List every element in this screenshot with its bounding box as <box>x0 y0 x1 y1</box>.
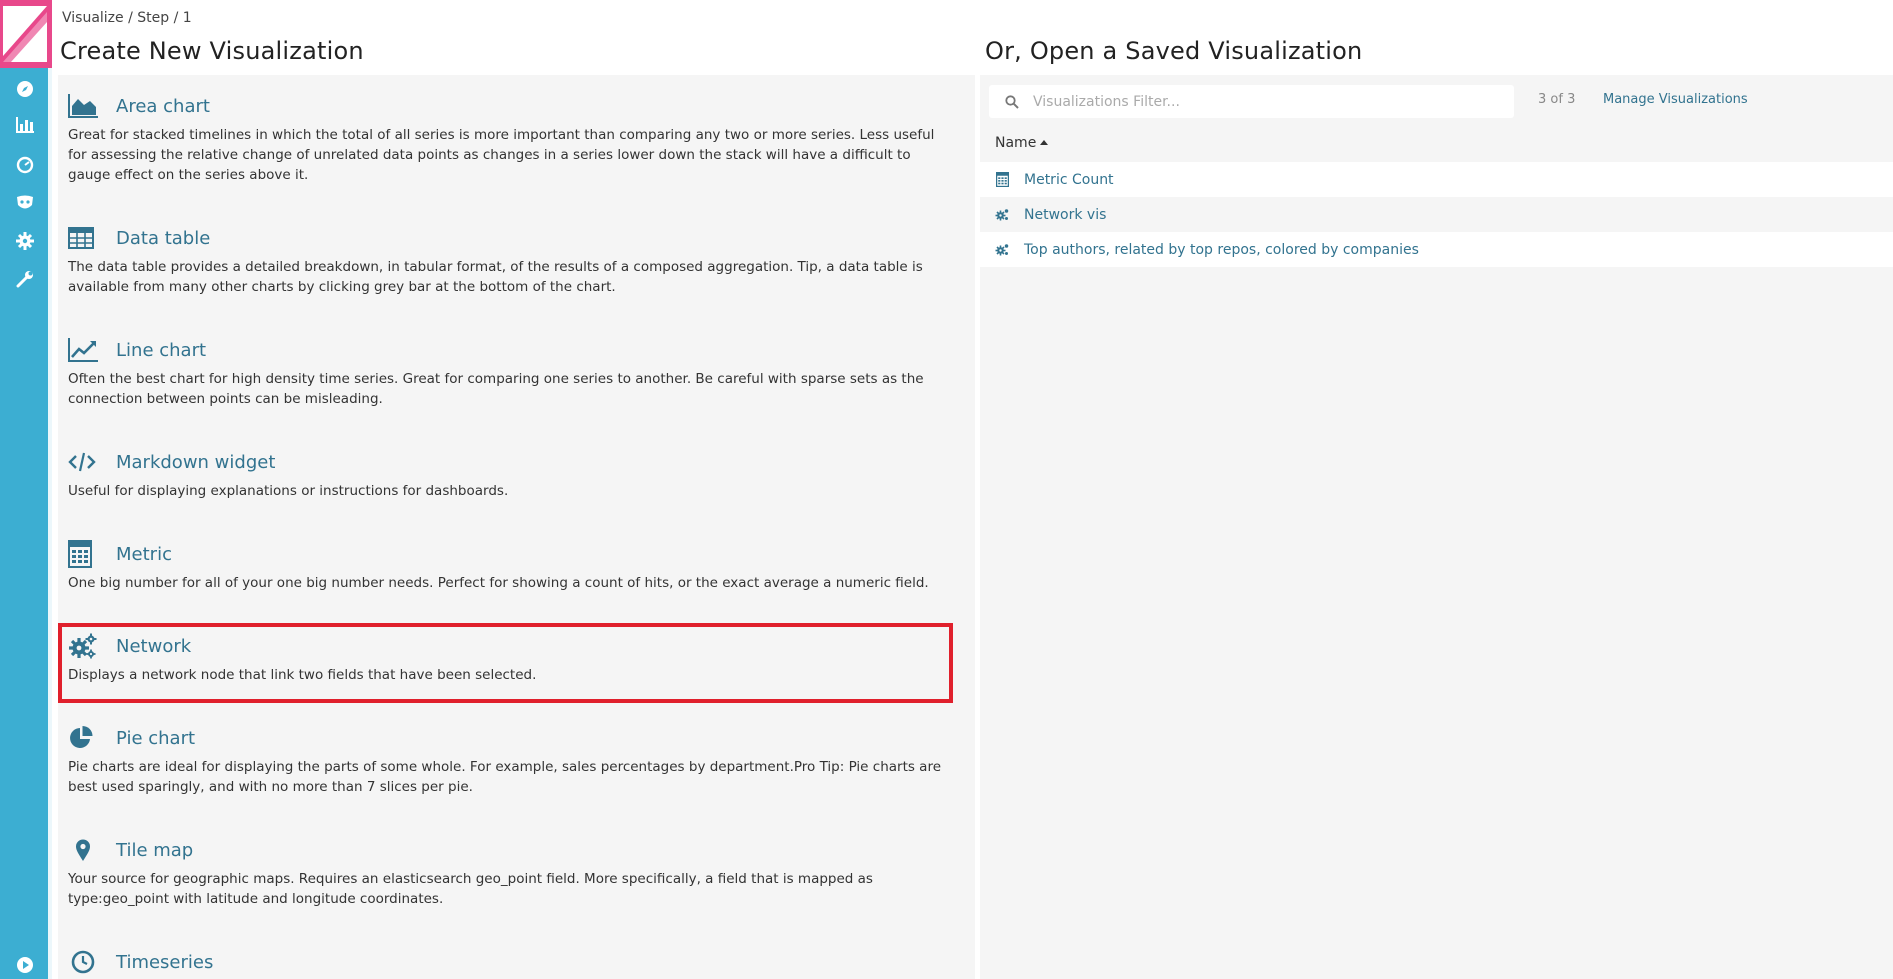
vis-type-desc: The data table provides a detailed break… <box>68 259 923 295</box>
vis-type-tile-map[interactable]: Tile map Your source for geographic maps… <box>58 833 958 909</box>
page-title-open-saved: Or, Open a Saved Visualization <box>985 37 1363 65</box>
sidebar <box>0 0 52 979</box>
vis-type-title: Markdown widget <box>116 451 276 473</box>
line-chart-icon <box>68 335 100 365</box>
wrench-icon[interactable] <box>14 268 36 290</box>
bar-chart-icon[interactable] <box>14 114 36 136</box>
page-title-create: Create New Visualization <box>60 37 364 65</box>
calculator-icon <box>68 539 100 569</box>
vis-type-area-chart[interactable]: Area chart Great for stacked timelines i… <box>58 89 958 185</box>
saved-vis-label[interactable]: Network vis <box>1024 207 1106 223</box>
result-count: 3 of 3 <box>1538 92 1576 107</box>
vis-type-line-chart[interactable]: Line chart Often the best chart for high… <box>58 333 958 409</box>
saved-vis-row[interactable]: Top authors, related by top repos, color… <box>980 232 1893 267</box>
timelion-mask-icon[interactable] <box>14 192 36 214</box>
vis-type-desc: Often the best chart for high density ti… <box>68 371 924 407</box>
vis-type-desc: One big number for all of your one big n… <box>68 575 929 591</box>
vis-type-title: Pie chart <box>116 727 196 749</box>
vis-type-data-table[interactable]: Data table The data table provides a det… <box>58 221 958 297</box>
play-icon[interactable] <box>14 954 36 976</box>
calculator-icon <box>994 172 1010 188</box>
vis-filter-box <box>989 85 1514 118</box>
vis-type-title: Data table <box>116 227 211 249</box>
vis-type-title: Tile map <box>116 839 194 861</box>
name-column-label: Name <box>995 135 1037 151</box>
saved-vis-row[interactable]: Network vis <box>980 197 1893 232</box>
saved-vis-label[interactable]: Top authors, related by top repos, color… <box>1024 242 1419 258</box>
map-marker-icon <box>68 835 100 865</box>
code-icon <box>68 447 100 477</box>
vis-type-desc: Pie charts are ideal for displaying the … <box>68 759 942 795</box>
gear-icon[interactable] <box>14 230 36 252</box>
vis-filter-input[interactable] <box>1033 90 1493 114</box>
vis-type-markdown-widget[interactable]: Markdown widget Useful for displaying ex… <box>58 445 958 501</box>
vis-type-title: Timeseries <box>116 951 214 973</box>
gears-icon <box>994 207 1010 223</box>
vis-type-desc: Your source for geographic maps. Require… <box>68 871 873 907</box>
vis-type-desc: Great for stacked timelines in which the… <box>68 127 935 183</box>
name-column-header[interactable]: Name <box>995 135 1049 151</box>
gears-icon <box>994 242 1010 258</box>
clock-icon <box>68 947 100 977</box>
compass-icon[interactable] <box>14 78 36 100</box>
breadcrumb: Visualize / Step / 1 <box>62 10 192 26</box>
vis-type-title: Line chart <box>116 339 207 361</box>
pie-chart-icon <box>68 723 100 753</box>
kibana-logo[interactable] <box>0 0 52 68</box>
vis-type-list: Area chart Great for stacked timelines i… <box>58 75 975 979</box>
sidebar-divider <box>48 68 52 979</box>
vis-type-title: Metric <box>116 543 172 565</box>
saved-vis-row[interactable]: Metric Count <box>980 162 1893 197</box>
vis-type-title: Area chart <box>116 95 210 117</box>
vis-type-metric[interactable]: Metric One big number for all of your on… <box>58 537 958 593</box>
search-icon <box>1005 94 1019 113</box>
vis-type-desc: Useful for displaying explanations or in… <box>68 483 509 499</box>
sort-ascending-icon <box>1040 140 1049 145</box>
saved-vis-label[interactable]: Metric Count <box>1024 172 1114 188</box>
dashboard-gauge-icon[interactable] <box>14 154 36 176</box>
area-chart-icon <box>68 91 100 121</box>
vis-type-pie-chart[interactable]: Pie chart Pie charts are ideal for displ… <box>58 721 958 797</box>
network-highlight-box <box>58 623 953 703</box>
table-icon <box>68 223 100 253</box>
manage-visualizations-link[interactable]: Manage Visualizations <box>1603 92 1748 107</box>
vis-type-timeseries[interactable]: Timeseries <box>58 945 958 979</box>
